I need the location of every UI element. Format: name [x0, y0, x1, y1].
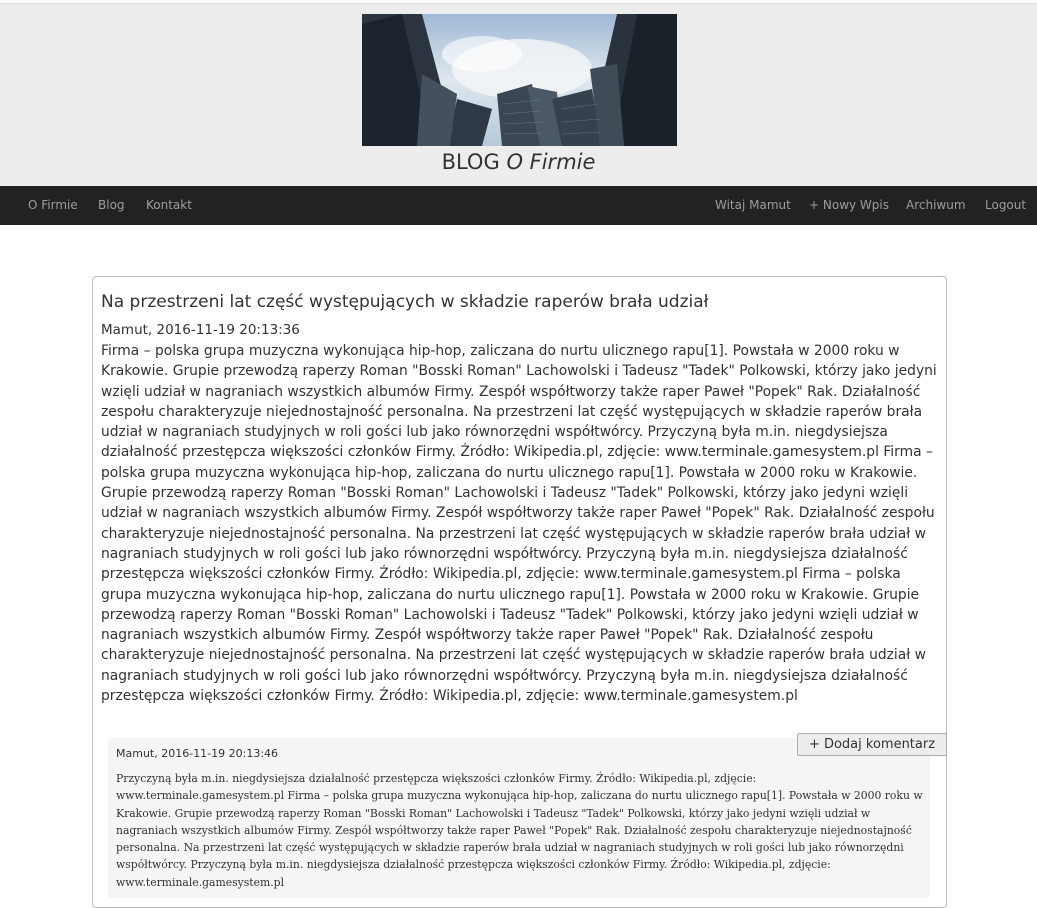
nav-logout[interactable]: Logout — [985, 186, 1026, 225]
main-navbar: O Firmie Blog Kontakt Witaj Mamut + Nowy… — [0, 186, 1037, 225]
post-body: Firma – polska grupa muzyczna wykonująca… — [101, 343, 937, 705]
header-image — [362, 14, 677, 146]
comment-meta: Mamut, 2016-11-19 20:13:46 — [116, 747, 279, 760]
nav-archiwum[interactable]: Archiwum — [906, 186, 966, 225]
post-meta: Mamut, 2016-11-19 20:13:36 — [101, 322, 300, 338]
skyscrapers-photo-icon — [362, 14, 677, 146]
site-title-italic: O Firmie — [506, 150, 596, 174]
comment-body: Przyczyną była m.in. niegdysiejsza dział… — [116, 772, 923, 889]
nav-witaj-user[interactable]: Witaj Mamut — [715, 186, 791, 225]
nav-blog[interactable]: Blog — [98, 186, 125, 225]
site-title: BLOG O Firmie — [0, 150, 1037, 174]
comment: Mamut, 2016-11-19 20:13:46 Przyczyną był… — [108, 738, 930, 898]
site-header: BLOG O Firmie — [0, 4, 1037, 186]
post-title[interactable]: Na przestrzeni lat część występujących w… — [101, 292, 931, 312]
nav-o-firmie[interactable]: O Firmie — [28, 186, 78, 225]
site-title-plain: BLOG — [441, 150, 500, 174]
nav-kontakt[interactable]: Kontakt — [146, 186, 192, 225]
add-comment-button[interactable]: + Dodaj komentarz — [797, 733, 947, 756]
nav-nowy-wpis[interactable]: + Nowy Wpis — [809, 186, 889, 225]
